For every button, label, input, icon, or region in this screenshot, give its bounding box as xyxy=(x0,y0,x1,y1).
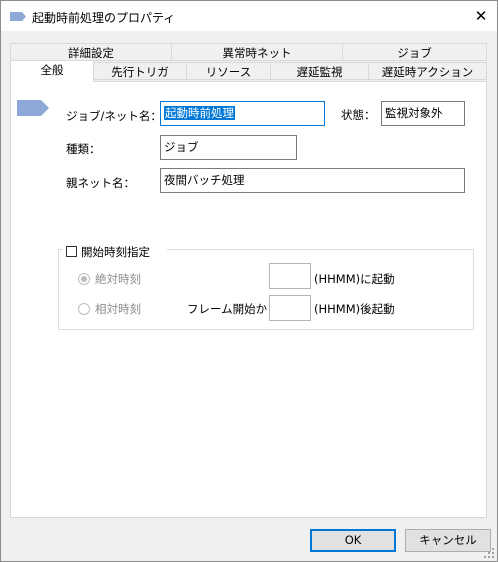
absolute-time-radio[interactable] xyxy=(78,273,90,285)
relative-time-radio[interactable] xyxy=(78,303,90,315)
properties-dialog: 起動時前処理のプロパティ ✕ 詳細設定 異常時ネット ジョブ 先行トリガ リソー… xyxy=(0,0,498,562)
job-icon xyxy=(17,100,49,116)
absolute-time-suffix: (HHMM)に起動 xyxy=(314,272,395,286)
tab-delay-monitor[interactable]: 遅延監視 xyxy=(270,62,369,80)
parent-net-field: 夜間バッチ処理 xyxy=(160,168,465,193)
relative-time-suffix: (HHMM)後起動 xyxy=(314,302,395,316)
start-time-legend: 開始時刻指定 xyxy=(63,243,167,259)
job-icon xyxy=(10,12,26,21)
tab-resource[interactable]: リソース xyxy=(186,62,271,80)
job-net-name-label: ジョブ/ネット名： xyxy=(66,109,162,123)
tab-general[interactable]: 全般 xyxy=(10,60,94,82)
absolute-time-input[interactable] xyxy=(269,263,311,289)
ok-button[interactable]: OK xyxy=(310,529,396,552)
window-title: 起動時前処理のプロパティ xyxy=(32,11,176,25)
start-time-checkbox[interactable] xyxy=(66,246,77,257)
tab-job[interactable]: ジョブ xyxy=(342,43,487,61)
job-net-name-value: 起動時前処理 xyxy=(164,106,235,120)
tab-predecessor-trigger[interactable]: 先行トリガ xyxy=(93,62,187,80)
start-time-group xyxy=(58,249,474,330)
relative-time-prefix: フレーム開始から xyxy=(187,302,279,316)
start-time-checkbox-label: 開始時刻指定 xyxy=(81,245,150,259)
tab-delay-action[interactable]: 遅延時アクション xyxy=(368,62,487,80)
close-icon[interactable]: ✕ xyxy=(469,5,493,27)
status-label: 状態： xyxy=(341,108,376,122)
job-net-name-input[interactable]: 起動時前処理 xyxy=(160,101,325,126)
cancel-button[interactable]: キャンセル xyxy=(405,529,491,552)
parent-net-label: 親ネット名： xyxy=(66,176,135,190)
relative-time-label: 相対時刻 xyxy=(95,302,141,316)
title-bar: 起動時前処理のプロパティ ✕ xyxy=(1,1,497,31)
tab-error-net[interactable]: 異常時ネット xyxy=(171,43,343,61)
resize-grip-icon[interactable] xyxy=(484,548,494,558)
type-field: ジョブ xyxy=(160,135,297,160)
relative-time-input[interactable] xyxy=(269,295,311,321)
absolute-time-label: 絶対時刻 xyxy=(95,272,141,286)
status-field: 監視対象外 xyxy=(381,101,465,126)
type-label: 種類： xyxy=(66,142,101,156)
tab-advanced[interactable]: 詳細設定 xyxy=(10,43,172,61)
